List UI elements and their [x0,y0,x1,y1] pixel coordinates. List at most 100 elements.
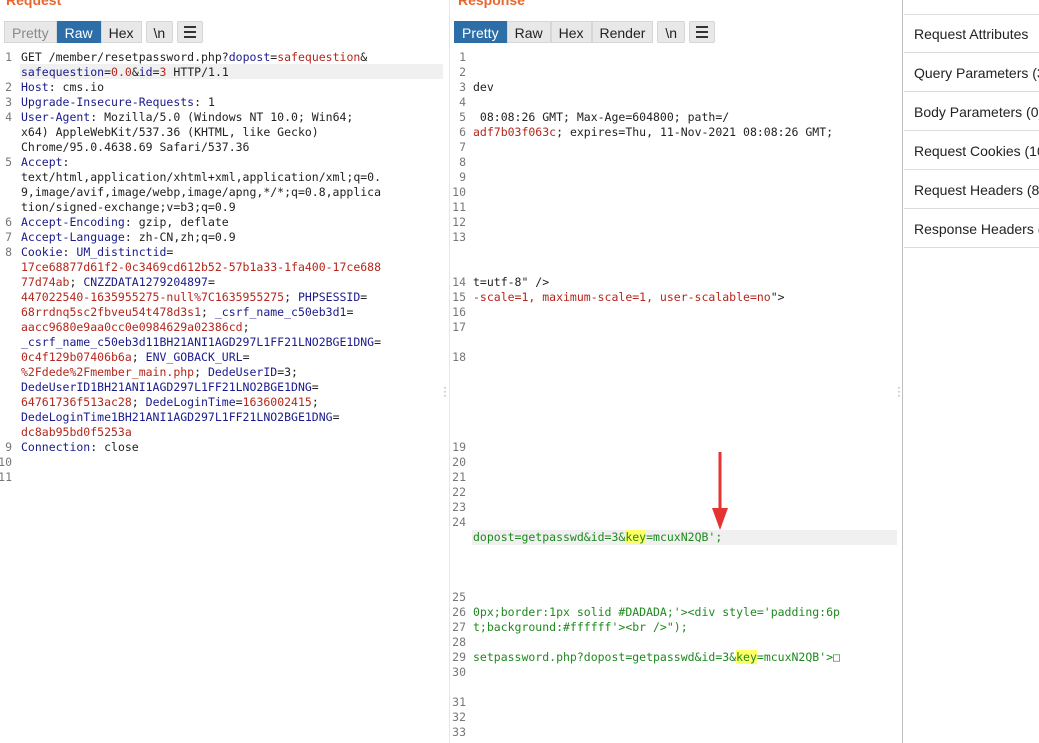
code-token: ; [311,395,319,409]
response-line-number: 14 [452,275,466,289]
request-menu-icon[interactable] [177,21,204,43]
code-token: 0px;border:1px solid #DADADA;'><div styl… [473,605,840,619]
request-code-line: x64) AppleWebKit/537.36 (KHTML, like Gec… [21,125,319,139]
code-token: & [360,50,368,64]
response-line-number: 4 [459,95,466,109]
code-token: DedeLoginTime1BH21ANI1AGD297L1FF21LNO2BG… [21,410,333,424]
code-token: adf7b03f063c [473,125,557,139]
code-token: PHPSESSID [297,290,361,304]
request-tab-pretty[interactable]: Pretty [4,21,57,43]
request-code-line: dc8ab95bd0f5253a [21,425,132,439]
request-code-line: 0c4f129b07406b6a; ENV_GOBACK_URL= [21,350,250,364]
code-token: ; [194,365,208,379]
request-code-line: 447022540-1635955275-null%7C1635955275; … [21,290,367,304]
inspector-request-headers[interactable]: Request Headers (8) [904,171,1039,209]
response-line-number: 15 [452,290,466,304]
response-line-number: 7 [459,140,466,154]
code-token: =3; [277,365,298,379]
response-line-number: 24 [452,515,466,529]
request-line-number: 11 [0,470,12,484]
red-arrow-annotation [712,452,728,530]
code-token: DedeUserID1BH21ANI1AGD297L1FF21LNO2BGE1D… [21,380,312,394]
response-line-number: 21 [452,470,466,484]
request-newline-toggle[interactable]: \n [145,21,174,43]
code-token: Accept-Encoding [21,215,125,229]
request-code-line: Chrome/95.0.4638.69 Safari/537.36 [21,140,249,154]
response-line-number: 32 [452,710,466,724]
response-tab-hex[interactable]: Hex [550,21,592,43]
inspector-divider[interactable] [902,0,903,743]
request-line-number: 10 [0,455,12,469]
right-splitter-grip[interactable]: · · · [897,381,901,401]
code-token: 64761736f513ac28 [21,395,132,409]
left-splitter-grip[interactable]: · · · [443,381,447,401]
response-line-number: 11 [452,200,466,214]
request-tab-hex[interactable]: Hex [100,21,142,43]
code-token: Chrome/95.0.4638.69 Safari/537.36 [21,140,250,154]
request-code-line: %2Fdede%2Fmember_main.php; DedeUserID=3; [21,365,298,379]
code-token: text/html,application/xhtml+xml,applicat… [21,170,382,184]
code-token: User-Agent [21,110,91,124]
request-tab-raw[interactable]: Raw [56,21,101,43]
response-tab-raw[interactable]: Raw [506,21,551,43]
response-tab-render[interactable]: Render [591,21,654,43]
request-line-number: 4 [5,110,12,124]
response-line-number: 18 [452,350,466,364]
request-line-number: 3 [5,95,12,109]
response-newline-toggle[interactable]: \n [657,21,686,43]
code-token: _csrf_name_c50eb3d11BH21ANI1AGD297L1FF21… [21,335,375,349]
code-token: _csrf_name_c50eb3d1 [214,305,347,319]
inspector-top-spacer [904,0,1039,15]
highlighted-token: key [625,530,647,544]
response-view-tabs: Pretty Raw Hex Render [454,21,654,43]
request-code-line: 17ce68877d61f2-0c3469cd612b52-57b1a33-1f… [21,260,381,274]
code-token: ; [131,395,146,409]
code-token: setpassword.php?dopost=getpasswd&id=3& [473,650,737,664]
inspector-body-parameters[interactable]: Body Parameters (0) [904,93,1039,131]
request-line-number: 6 [5,215,12,229]
response-line-number: 16 [452,305,466,319]
code-token: 17ce68877d61f2-0c3469cd612b52-57b1a33-1f… [21,260,382,274]
code-token: Accept-Language [21,230,125,244]
response-line-number: 13 [452,230,466,244]
code-token: tion/signed-exchange;v=b3;q=0.9 [21,200,236,214]
code-token: : close [90,440,139,454]
code-token: ; [284,290,298,304]
response-code-line: adf7b03f063c; expires=Thu, 11-Nov-2021 0… [473,125,833,139]
code-token: = [346,305,354,319]
inspector-response-headers[interactable]: Response Headers (8 [904,210,1039,248]
code-token: ; [69,275,84,289]
response-line-number: 31 [452,695,466,709]
code-token: : zh-CN,zh;q=0.9 [124,230,236,244]
request-code-line: Accept: [21,155,69,169]
code-token: Connection [21,440,91,454]
code-token: safequestion [277,50,361,64]
inspector-request-attributes[interactable]: Request Attributes [904,15,1039,53]
code-token: HTTP/1.1 [166,65,229,79]
response-line-number: 9 [459,170,466,184]
response-line-number: 23 [452,500,466,514]
code-token: : cms.io [48,80,105,94]
response-panel-title: Response [458,0,525,8]
request-line-number: 1 [5,50,12,64]
response-line-number: 22 [452,485,466,499]
code-token: dev [473,80,494,94]
inspector-query-parameters[interactable]: Query Parameters (3 [904,54,1039,92]
response-line-number: 5 [459,110,466,124]
response-line-number: 20 [452,455,466,469]
response-code-line: dev [473,80,494,94]
response-code-line: t;background:#ffffff'><br />"); [473,620,688,634]
code-token: CNZZDATA1279204897 [83,275,208,289]
code-token: = [374,335,382,349]
code-token: = [332,410,340,424]
code-token: = [166,245,174,259]
response-code-line: 08:08:26 GMT; Max-Age=604800; path=/ [473,110,729,124]
code-token: t=utf-8" /> [473,275,550,289]
response-line-number: 29 [452,650,466,664]
code-token: : Mozilla/5.0 (Windows NT 10.0; Win64; [90,110,354,124]
code-token: 9,image/avif,image/webp,image/apng,*/*;q… [21,185,382,199]
request-panel-title: Request [6,0,62,8]
response-tab-pretty[interactable]: Pretty [454,21,507,43]
response-menu-icon[interactable] [689,21,716,43]
inspector-request-cookies[interactable]: Request Cookies (10 [904,132,1039,170]
